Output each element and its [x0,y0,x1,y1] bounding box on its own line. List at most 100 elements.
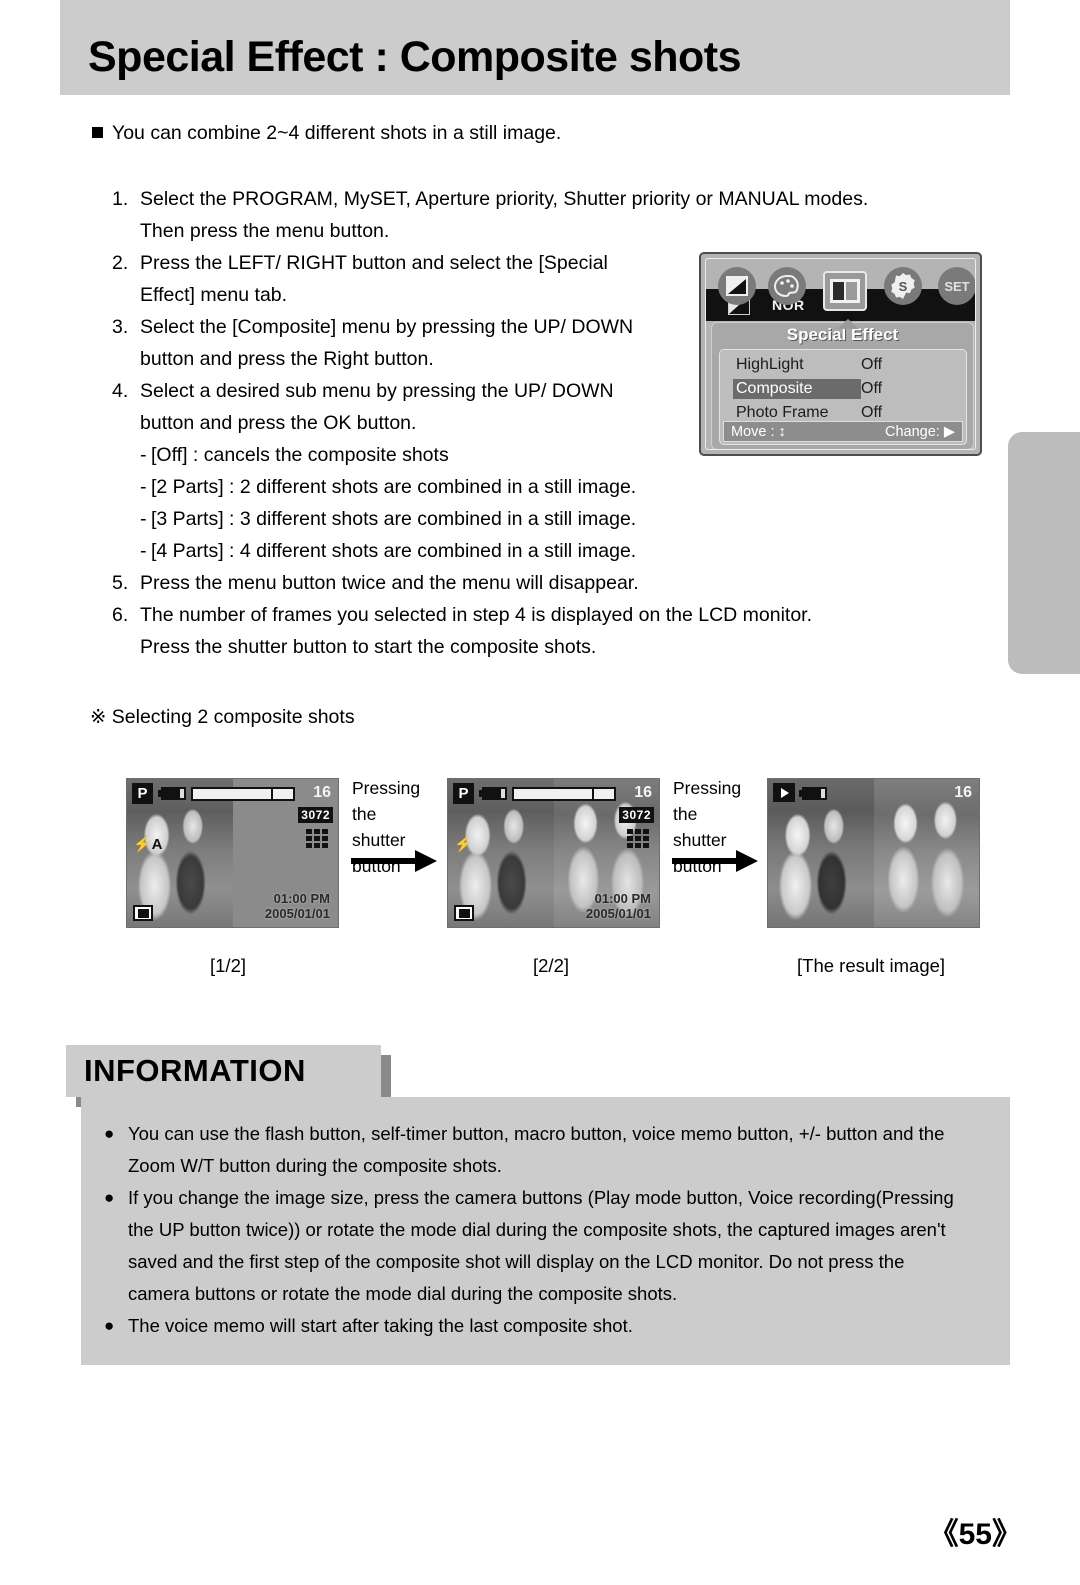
dash-marker: - [140,508,147,530]
information-item-text: If you change the image size, press the … [128,1187,954,1304]
sequence-heading: ※ Selecting 2 composite shots [90,705,355,729]
lcd-shot-result: 16 [767,778,980,928]
lcd-shot-2: P 16 3072 ⚡ 01:00 PM 2005/01/01 [447,778,660,928]
flash-auto-icon: ⚡A [133,836,163,853]
arrow-label-line1: Pressing the [352,778,421,824]
datetime-stamp: 01:00 PM 2005/01/01 [265,891,330,921]
sub-option: - [3 Parts] : 3 different shots are combi… [140,503,992,535]
sub-option: - [4 Parts] : 4 different shots are combi… [140,535,992,567]
page-edge-tab [1008,432,1080,674]
step-number: 3. [112,316,129,338]
date-text: 2005/01/01 [585,906,651,921]
menu-row-value: Off [861,356,883,373]
sub-option-text: [2 Parts] : 2 different shots are combin… [151,476,637,498]
menu-row-highlight[interactable]: HighLight Off [720,353,966,377]
menu-panel: Special Effect HighLight Off Composite O… [711,322,974,449]
information-item-text: You can use the flash button, self-timer… [128,1123,945,1176]
move-hint: Move : ↕ [731,424,786,440]
menu-row-label: Composite [733,379,861,399]
step-number: 1. [112,188,129,210]
bullet-icon: ● [104,1124,115,1143]
battery-icon [799,787,827,800]
step-item-1: 1. Select the PROGRAM, MySET, Aperture p… [112,183,992,247]
quality-grid-icon [306,829,332,850]
step-number: 5. [112,572,129,594]
sub-menu-options: - [Off] : cancels the composite shots - [2… [112,439,992,567]
tab-composite-icon[interactable] [823,271,867,311]
bullet-icon: ● [104,1316,115,1335]
arrow-label-line2: shutter button [352,830,406,876]
metering-icon [133,905,153,921]
battery-icon [479,787,507,800]
information-tab: INFORMATION [66,1045,381,1097]
information-item-3: ● The voice memo will start after taking… [104,1310,954,1342]
shots-remaining-count: 16 [634,784,652,801]
dash-marker: - [140,540,147,562]
resolution-badge: 3072 [298,807,333,823]
step-line: Press the shutter button to start the co… [140,636,597,658]
svg-text:S: S [899,279,908,294]
mode-p-icon: P [453,783,474,804]
time-text: 01:00 PM [273,891,330,906]
page-number: 《55》 [928,1518,1022,1551]
step-line: Select the PROGRAM, MySET, Aperture prio… [140,188,869,210]
square-bullet-icon [92,127,103,138]
caption-shot-2: [2/2] [533,955,569,976]
menu-row-label: Photo Frame [736,404,829,421]
menu-row-value: Off [861,404,883,421]
bullet-icon: ● [104,1188,115,1207]
lcd-shot-1: P 16 3072 ⚡A 01:00 PM 2005/01/01 [126,778,339,928]
shots-remaining-count: 16 [313,784,331,801]
resolution-badge: 3072 [619,807,654,823]
zoom-bar-icon [191,787,295,801]
arrow-1-icon [351,850,437,872]
caption-shot-1: [1/2] [210,955,246,976]
datetime-stamp: 01:00 PM 2005/01/01 [586,891,651,921]
step-number: 4. [112,380,129,402]
sub-option: - [2 Parts] : 2 different shots are combi… [140,471,992,503]
step-line: The number of frames you selected in ste… [140,604,813,626]
change-hint: Change: ▶ [885,424,955,440]
sub-option-text: [Off] : cancels the composite shots [151,444,449,466]
sub-option-text: [3 Parts] : 3 different shots are combin… [151,508,637,530]
step-line: Press the menu button twice and the menu… [140,572,639,594]
reference-mark-icon: ※ [90,706,107,728]
tab-set-icon[interactable]: SET [938,267,975,305]
sub-option-text: [4 Parts] : 4 different shots are combin… [151,540,637,562]
move-hint-label: Move : [731,423,775,440]
play-mode-icon [773,783,795,802]
quality-grid-icon [627,829,653,850]
tab-contrast-icon[interactable] [718,267,756,305]
tab-set-label: SET [944,278,970,294]
shots-remaining-count: 16 [954,784,972,801]
dash-marker: - [140,444,147,466]
step-item-6: 6. The number of frames you selected in … [112,599,992,663]
dash-marker: - [140,476,147,498]
zoom-bar-icon [512,787,616,801]
step-number: 6. [112,604,129,626]
arrow-2-icon [672,850,758,872]
flash-icon: ⚡ [454,836,473,853]
step-item-5: 5. Press the menu button twice and the m… [112,567,992,599]
intro-text: You can combine 2~4 different shots in a… [112,122,562,144]
step-number: 2. [112,252,129,274]
right-arrow-icon: ▶ [943,423,955,440]
step-line: Then press the menu button. [140,220,390,242]
metering-icon [454,905,474,921]
tab-pointer-icon [837,319,859,329]
tab-palette-icon[interactable] [768,267,806,305]
menu-row-label: HighLight [736,356,804,373]
information-item-1: ● You can use the flash button, self-tim… [104,1118,954,1182]
tab-sharpness-icon[interactable]: S [884,267,922,305]
menu-footer-hints: Move : ↕ Change: ▶ [723,421,963,442]
lcd-menu-screenshot: NOR S SET Special Effect HighLight Off C… [699,252,982,456]
arrow-label-line1: Pressing the [673,778,742,824]
sequence-heading-text: Selecting 2 composite shots [111,706,355,728]
menu-row-composite[interactable]: Composite Off [720,377,966,401]
arrow-label-line2: shutter button [673,830,727,876]
page-title: Special Effect : Composite shots [88,33,742,81]
information-item-2: ● If you change the image size, press th… [104,1182,954,1310]
information-item-text: The voice memo will start after taking t… [128,1315,633,1336]
information-tab-label: INFORMATION [84,1053,306,1088]
change-hint-label: Change: [884,423,940,440]
